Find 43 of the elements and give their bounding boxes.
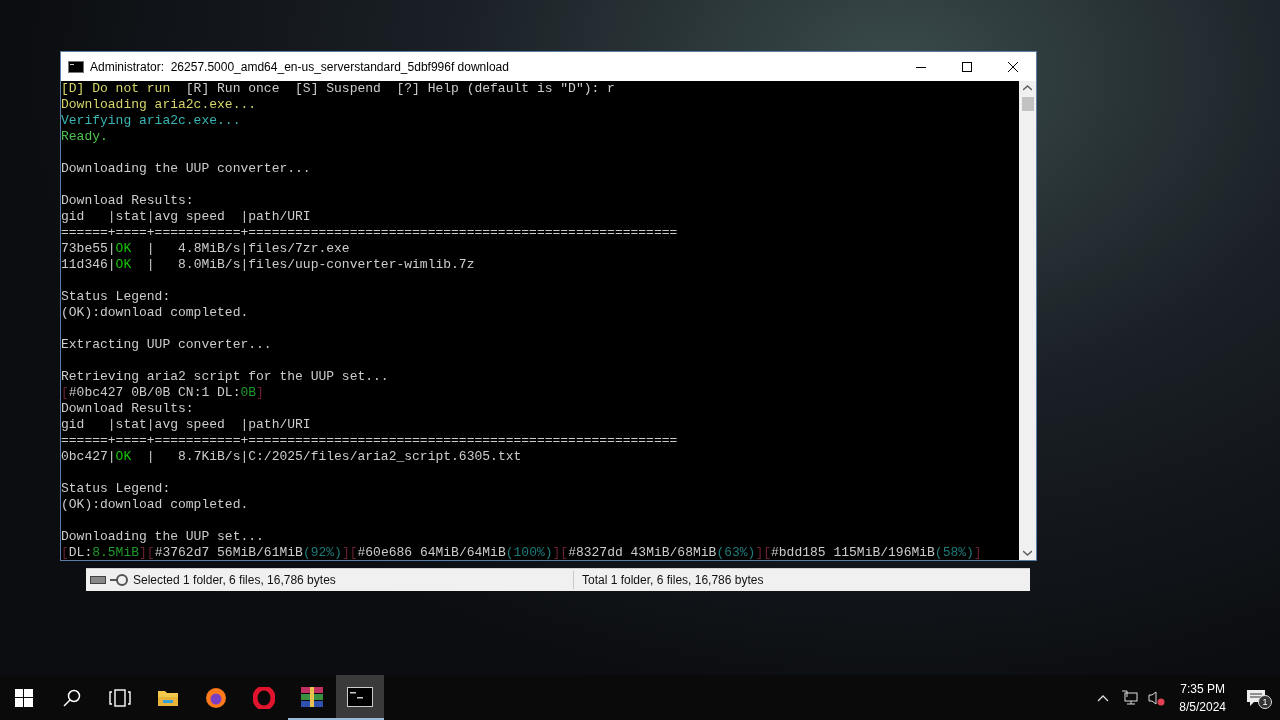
scroll-down-icon[interactable] (1023, 550, 1032, 556)
window-title: Administrator: 26257.5000_amd64_en-us_serverstandard_5dbf996f download (90, 58, 509, 76)
terminal-icon (68, 60, 84, 73)
console-line: Status Legend: (61, 289, 171, 305)
console-line: Download Results: (61, 401, 194, 417)
close-icon (1008, 61, 1018, 72)
scrollbar-thumb[interactable] (1021, 97, 1034, 111)
console-line: (OK):download completed. (61, 497, 249, 513)
console-line: Downloading aria2c.exe... (61, 97, 257, 113)
status-text: Total 1 folder, 6 files, 16,786 bytes (582, 572, 764, 589)
console-line: gid |stat|avg speed |path/URI (61, 417, 311, 433)
clock-time[interactable]: 7:35 PM (1180, 679, 1225, 698)
console-line: [DL:8.5MiB][#3762d7 56MiB/61MiB(92%)][#60e686 64MiB/64MiB(100%)][#8327dd 43MiB/68MiB(63%)][#bdd185 115MiB/196MiB(58%)] (61, 545, 982, 560)
notification-count: 1 (1258, 695, 1272, 709)
console-line: ======+====+===========+======================================================= (61, 433, 678, 449)
console-line: Retrieving aria2 script for the UUP set... (61, 369, 389, 385)
chevron-up-icon[interactable] (1097, 693, 1110, 702)
status-text: Selected 1 folder, 6 files, 16,786 bytes (133, 572, 337, 589)
scrollbar[interactable] (1019, 81, 1036, 560)
console-line: Downloading the UUP set... (61, 529, 264, 545)
console-line: Downloading the UUP converter... (61, 161, 311, 177)
clock-date[interactable]: 8/5/2024 (1179, 697, 1226, 716)
console-line: [D] Do not run [R] Run once [S] Suspend [?] Help (default is "D"): r (61, 81, 615, 97)
network-icon[interactable] (1121, 689, 1140, 706)
key-icon (110, 574, 128, 586)
drive-icon (90, 576, 106, 584)
notification-button[interactable]: 1 (1232, 675, 1280, 720)
console-line: Download Results: (61, 193, 194, 209)
console-line: gid |stat|avg speed |path/URI (61, 209, 311, 225)
console-line: (OK):download completed. (61, 305, 249, 321)
muted-speaker-icon[interactable] (1147, 689, 1166, 706)
console-line: ======+====+===========+======================================================= (61, 225, 678, 241)
console-line: 11d346|OK | 8.0MiB/s|files/uup-converter-wimlib.7z (61, 257, 475, 273)
console-line: Verifying aria2c.exe... (61, 113, 241, 129)
scroll-up-icon[interactable] (1023, 85, 1032, 91)
console-line: Status Legend: (61, 481, 171, 497)
console-line: Extracting UUP converter... (61, 337, 272, 353)
terminal-icon[interactable] (336, 675, 384, 720)
console-line: Ready. (61, 129, 108, 145)
console-line: 73be55|OK | 4.8MiB/s|files/7zr.exe (61, 241, 350, 257)
console-line: 0bc427|OK | 8.7KiB/s|C:/2025/files/aria2_script.6305.txt (61, 449, 522, 465)
maximize-icon (962, 61, 972, 72)
console-line: [#0bc427 0B/0B CN:1 DL:0B] (61, 385, 264, 401)
